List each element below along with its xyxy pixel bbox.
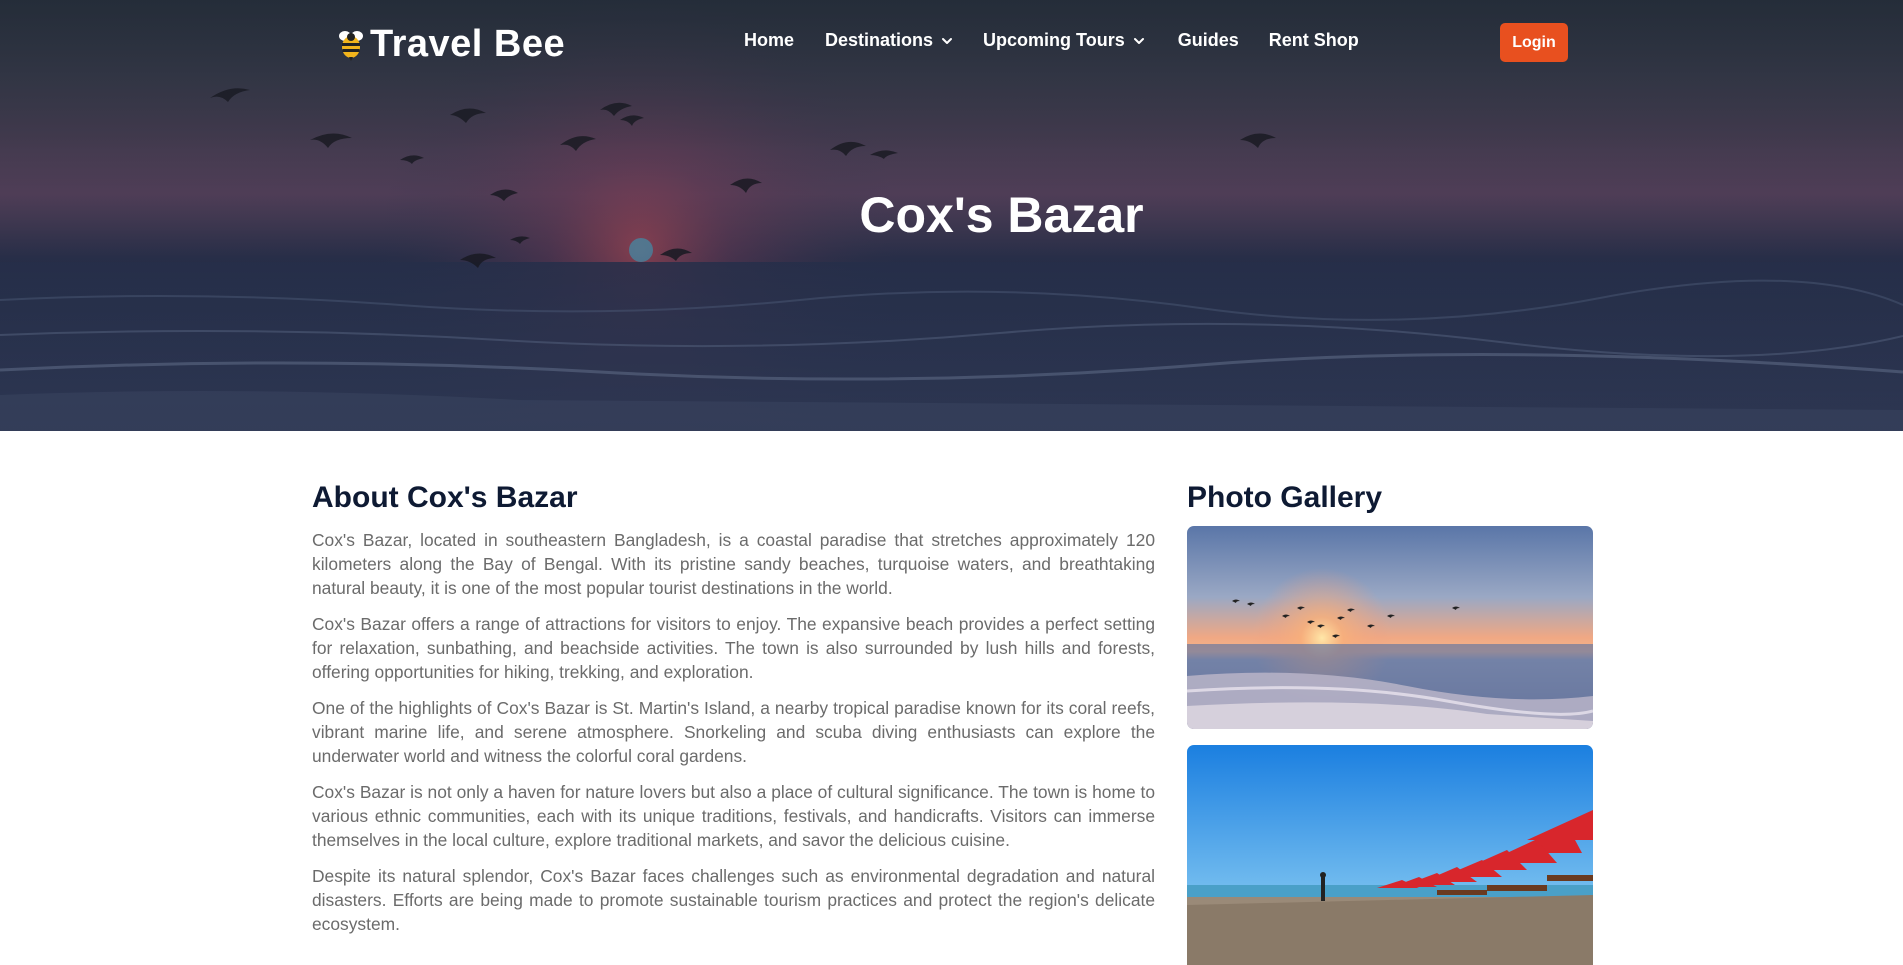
nav-guides[interactable]: Guides	[1178, 30, 1239, 51]
gallery-heading: Photo Gallery	[1187, 481, 1383, 514]
login-button[interactable]: Login	[1500, 23, 1568, 62]
about-paragraph: Cox's Bazar offers a range of attraction…	[312, 614, 1155, 682]
beach-umbrellas-image	[1187, 745, 1593, 965]
nav-upcoming-tours[interactable]: Upcoming Tours	[983, 30, 1145, 51]
chevron-down-icon	[942, 37, 953, 44]
nav-destinations-label: Destinations	[825, 30, 934, 50]
about-paragraph: Cox's Bazar, located in southeastern Ban…	[312, 530, 1155, 598]
gallery-photo-beach-umbrellas[interactable]	[1187, 745, 1593, 965]
nav-home[interactable]: Home	[744, 30, 794, 51]
hero-title-wrapper: Cox's Bazar	[0, 186, 1903, 244]
about-paragraph: Cox's Bazar is not only a haven for natu…	[312, 782, 1155, 850]
top-navigation: Travel Bee Home Destinations Upcoming To…	[0, 0, 1903, 86]
brand-name: Travel Bee	[370, 22, 566, 65]
about-section: About Cox's Bazar Cox's Bazar, located i…	[312, 478, 1155, 936]
nav-rent-shop-label: Rent Shop	[1268, 30, 1359, 50]
nav-guides-label: Guides	[1177, 30, 1239, 50]
nav-home-label: Home	[744, 30, 795, 50]
bee-icon	[339, 31, 363, 61]
photo-gallery-section: Photo Gallery	[1187, 478, 1593, 965]
nav-destinations[interactable]: Destinations	[825, 30, 953, 51]
nav-upcoming-tours-label: Upcoming Tours	[983, 30, 1125, 50]
about-paragraph: One of the highlights of Cox's Bazar is …	[312, 698, 1155, 766]
about-paragraph: Despite its natural splendor, Cox's Baza…	[312, 866, 1155, 934]
chevron-down-icon	[1133, 37, 1144, 44]
sunset-beach-image	[1187, 526, 1593, 729]
nav-rent-shop[interactable]: Rent Shop	[1269, 30, 1359, 51]
brand-logo[interactable]: Travel Bee	[336, 22, 565, 66]
gallery-photo-sunset-beach[interactable]	[1187, 526, 1593, 729]
main-menu: Home Destinations Upcoming Tours Guides …	[744, 30, 1359, 51]
hero-title: Cox's Bazar	[859, 187, 1144, 243]
about-heading: About Cox's Bazar	[312, 481, 578, 514]
